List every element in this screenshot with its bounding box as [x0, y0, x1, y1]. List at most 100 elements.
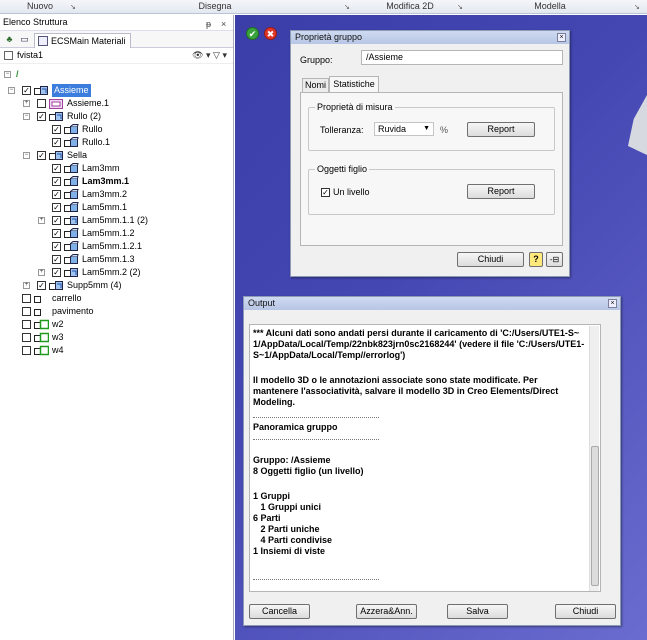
expand-icon[interactable]: +	[23, 100, 30, 107]
visibility-checkbox[interactable]: ✓	[52, 229, 61, 238]
report-button-2[interactable]: Report	[467, 184, 535, 199]
tree-node[interactable]: + ✓ Supp5mm (4)	[0, 279, 234, 292]
visibility-checkbox[interactable]: ✓	[52, 216, 61, 225]
save-button[interactable]: Salva	[447, 604, 508, 619]
visibility-checkbox[interactable]	[22, 320, 31, 329]
visibility-checkbox[interactable]: ✓	[52, 177, 61, 186]
view-icon	[4, 51, 13, 60]
tab-nomi[interactable]: Nomi	[302, 78, 329, 92]
tree-node[interactable]: + Assieme.1	[0, 97, 234, 110]
dialog-launcher-icon[interactable]: ↘	[344, 3, 350, 11]
tree-node[interactable]: carrello	[0, 292, 234, 305]
visibility-checkbox[interactable]: ✓	[52, 255, 61, 264]
tree-node[interactable]: ✓ Rullo.1	[0, 136, 234, 149]
visibility-checkbox[interactable]: ✓	[52, 164, 61, 173]
dialog-launcher-icon[interactable]: ↘	[634, 3, 640, 11]
ribbon-bar: Nuovo ↘ Disegna ↘ Modifica 2D ↘ Modella …	[0, 0, 647, 14]
output-text-area[interactable]: *** Alcuni dati sono andati persi durant…	[249, 324, 601, 592]
tree-node[interactable]: + ✓ Lam5mm.1.1 (2)	[0, 214, 234, 227]
part-icon	[64, 202, 79, 213]
tree-node[interactable]: ✓ Lam5mm.1.2	[0, 227, 234, 240]
tab-content: Proprietà di misura Tolleranza: Ruvida ▼…	[300, 92, 563, 246]
help-icon[interactable]: ?	[529, 252, 543, 267]
dialog-launcher-icon[interactable]: ↘	[457, 3, 463, 11]
visibility-checkbox[interactable]: ✓	[22, 86, 31, 95]
expand-icon[interactable]: +	[23, 282, 30, 289]
cancel-icon[interactable]: ✖	[264, 27, 277, 40]
tree-node[interactable]: ✓ Lam3mm.2	[0, 188, 234, 201]
visibility-checkbox[interactable]	[22, 294, 31, 303]
collapse-icon[interactable]: −	[8, 87, 15, 94]
ribbon-group-modella[interactable]: Modella	[470, 0, 630, 14]
scroll-thumb[interactable]	[591, 446, 599, 586]
confirm-icon[interactable]: ✔	[246, 27, 259, 40]
tree-node[interactable]: w2	[0, 318, 234, 331]
visibility-checkbox[interactable]: ✓	[52, 125, 61, 134]
visibility-checkbox[interactable]: ✓	[52, 268, 61, 277]
tab-statistiche[interactable]: Statistiche	[329, 76, 379, 92]
cancel-button[interactable]: Cancella	[249, 604, 310, 619]
tree-node[interactable]: w3	[0, 331, 234, 344]
ribbon-group-nuovo[interactable]: Nuovo	[0, 0, 80, 14]
browser-tab-icon[interactable]: ▭	[19, 34, 30, 45]
close-icon[interactable]: ×	[608, 299, 617, 308]
tree-node[interactable]: − ✓ Assieme	[0, 84, 234, 97]
percent-label: %	[440, 125, 449, 135]
close-button[interactable]: Chiudi	[555, 604, 616, 619]
tree-node-label: Lam5mm.1.1 (2)	[82, 215, 149, 225]
pin-icon[interactable]: -⊟	[546, 252, 563, 267]
visibility-checkbox[interactable]	[22, 333, 31, 342]
reset-cancel-button[interactable]: Azzera&Ann.	[356, 604, 417, 619]
tree-node[interactable]: ✓ Lam5mm.1.2.1	[0, 240, 234, 253]
tree-node-label: Assieme.1	[67, 98, 110, 108]
visibility-checkbox[interactable]: ✓	[52, 242, 61, 251]
tab-ecsmain-materiali[interactable]: ECSMain Materiali	[34, 33, 131, 48]
vertical-scrollbar[interactable]	[589, 326, 599, 591]
dialog-launcher-icon[interactable]: ↘	[70, 3, 76, 11]
collapse-icon[interactable]: −	[23, 113, 30, 120]
report-button[interactable]: Report	[467, 122, 535, 137]
visibility-checkbox[interactable]: ✓	[37, 281, 46, 290]
visibility-checkbox[interactable]	[22, 307, 31, 316]
tree-node[interactable]: ✓ Lam5mm.1.3	[0, 253, 234, 266]
filter-tools[interactable]: 👁 ▾ ▽ ▾	[192, 50, 227, 61]
tree-node[interactable]: ✓ Lam5mm.1	[0, 201, 234, 214]
collapse-icon[interactable]: −	[23, 152, 30, 159]
collapse-icon[interactable]: −	[4, 71, 11, 78]
visibility-checkbox[interactable]: ✓	[37, 112, 46, 121]
tree-node[interactable]: ✓ Lam3mm.1	[0, 175, 234, 188]
visibility-checkbox[interactable]: ✓	[52, 190, 61, 199]
tree-node[interactable]: − ✓ Sella	[0, 149, 234, 162]
tree-node[interactable]: w4	[0, 344, 234, 357]
close-icon[interactable]: ×	[557, 33, 566, 42]
panel-tabs: ♣ ▭ ECSMain Materiali	[0, 31, 233, 48]
assembly-icon	[34, 85, 49, 96]
ribbon-group-disegna[interactable]: Disegna	[80, 0, 350, 14]
tolerance-select[interactable]: Ruvida ▼	[374, 122, 434, 136]
pin-icon[interactable]: ᵽ	[206, 17, 211, 32]
tree-node[interactable]: pavimento	[0, 305, 234, 318]
expand-icon[interactable]: +	[38, 217, 45, 224]
one-level-checkbox[interactable]: ✓	[321, 188, 330, 197]
group-name-field[interactable]: /Assieme	[361, 50, 563, 65]
output-line: 1/AppData/Local/Temp/22nbk823jrn0sc21682…	[253, 339, 585, 349]
structure-tab-icon[interactable]: ♣	[4, 34, 15, 45]
tree-node[interactable]: + ✓ Lam5mm.2 (2)	[0, 266, 234, 279]
view-selector-row[interactable]: fvista1 👁 ▾ ▽ ▾	[0, 48, 233, 64]
part-icon	[64, 124, 79, 135]
part-icon	[64, 176, 79, 187]
output-line: Il modello 3D o le annotazioni associate…	[253, 375, 538, 385]
expand-icon[interactable]: +	[38, 269, 45, 276]
visibility-checkbox[interactable]	[37, 99, 46, 108]
empty-part-icon	[34, 306, 49, 317]
visibility-checkbox[interactable]: ✓	[52, 138, 61, 147]
close-icon[interactable]: ×	[221, 17, 226, 32]
tree-node[interactable]: − ✓ Rullo (2)	[0, 110, 234, 123]
tree-node[interactable]: ✓ Rullo	[0, 123, 234, 136]
ribbon-group-modifica-2d[interactable]: Modifica 2D	[355, 0, 465, 14]
visibility-checkbox[interactable]	[22, 346, 31, 355]
visibility-checkbox[interactable]: ✓	[52, 203, 61, 212]
tree-node[interactable]: ✓ Lam3mm	[0, 162, 234, 175]
close-button[interactable]: Chiudi	[457, 252, 524, 267]
visibility-checkbox[interactable]: ✓	[37, 151, 46, 160]
